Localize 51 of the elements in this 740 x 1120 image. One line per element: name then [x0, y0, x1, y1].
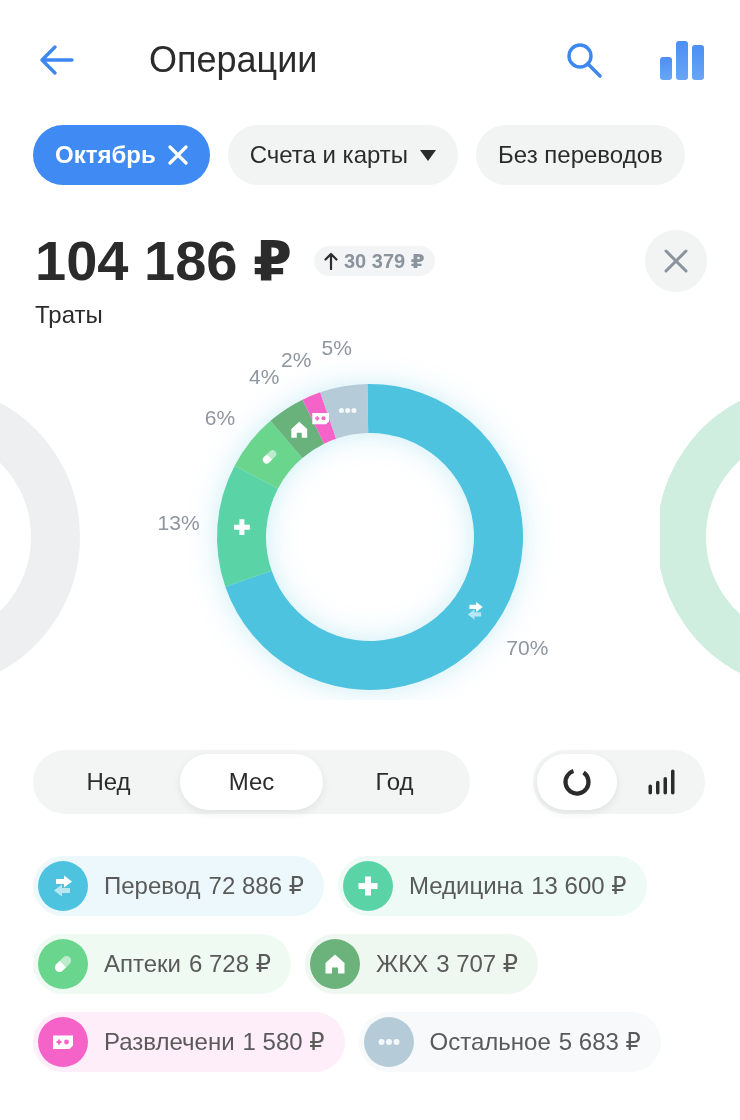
category-amount: 3 707 ₽: [436, 950, 519, 978]
view-option-button[interactable]: [537, 754, 617, 810]
medical-cross-icon: [233, 519, 250, 536]
percent-label: 4%: [249, 365, 280, 389]
close-icon[interactable]: [167, 145, 188, 165]
bar-chart-icon[interactable]: [659, 40, 705, 80]
pill-icon: [262, 450, 277, 464]
category-chip[interactable]: ЖКХ 3 707 ₽: [305, 934, 539, 994]
category-name: Медицина: [408, 872, 524, 900]
percent-label: 6%: [204, 405, 236, 429]
category-amount: 5 683 ₽: [558, 1028, 641, 1056]
category-chip[interactable]: Развлечени 1 580 ₽: [33, 1012, 345, 1072]
period-tab[interactable]: Нед: [37, 754, 180, 810]
category-name: Перевод: [104, 872, 201, 900]
more-icon: [338, 407, 357, 413]
search-icon[interactable]: [564, 40, 604, 80]
percent-label: 5%: [321, 336, 352, 360]
caret-down-icon: [420, 149, 437, 161]
category-chip[interactable]: Остальное 5 683 ₽: [358, 1012, 661, 1072]
donut-segment[interactable]: [234, 420, 303, 489]
total-amount: 104 186 ₽: [35, 230, 292, 292]
page-title: Операции: [149, 38, 318, 82]
category-chip[interactable]: Медицина 13 600 ₽: [337, 856, 647, 916]
filter-chip[interactable]: Октябрь: [33, 125, 210, 185]
category-name: Остальное: [429, 1028, 551, 1056]
house-icon: [291, 421, 308, 438]
change-amount: 30 379 ₽: [343, 249, 425, 273]
category-amount: 72 886 ₽: [208, 872, 304, 900]
category-name: Аптеки: [104, 950, 181, 978]
arrow-up-icon: [323, 252, 338, 270]
filter-chip[interactable]: Счета и карты: [227, 125, 459, 185]
period-tab[interactable]: Год: [323, 754, 466, 810]
period-tab[interactable]: Мес: [180, 754, 323, 810]
category-chip[interactable]: Перевод 72 886 ₽: [33, 856, 324, 916]
bar-chart-icon: [646, 767, 676, 797]
donut-segment[interactable]: [320, 384, 369, 439]
category-amount: 1 580 ₽: [242, 1028, 325, 1056]
close-icon: [664, 249, 688, 273]
percent-label: 2%: [281, 348, 312, 372]
percent-label: 70%: [506, 635, 549, 659]
filter-chip[interactable]: Без переводов: [476, 125, 685, 185]
spending-caption: Траты: [35, 300, 103, 330]
category-name: Развлечени: [104, 1028, 235, 1056]
category-chip[interactable]: Аптеки 6 728 ₽: [33, 934, 291, 994]
percent-label: 13%: [157, 510, 200, 534]
donut-segment[interactable]: [217, 465, 278, 587]
category-amount: 13 600 ₽: [531, 872, 627, 900]
donut-chart-icon: [562, 767, 592, 797]
arrows-icon: [467, 601, 483, 620]
category-name: ЖКХ: [376, 950, 429, 978]
category-amount: 6 728 ₽: [189, 950, 271, 978]
